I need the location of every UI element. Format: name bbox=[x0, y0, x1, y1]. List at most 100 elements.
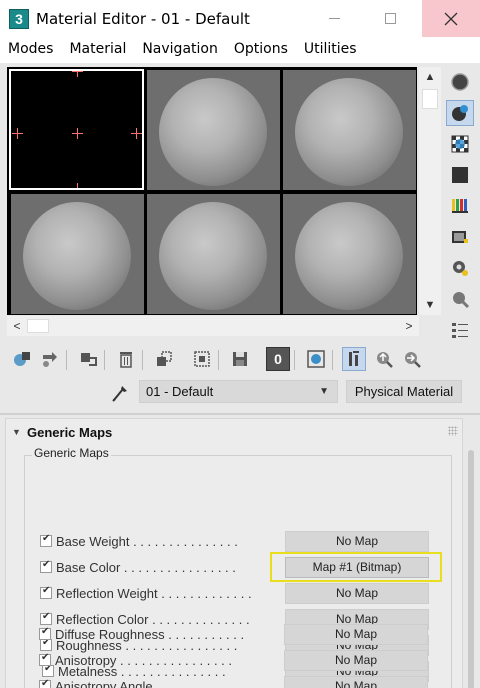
toolbar-separator bbox=[332, 350, 333, 370]
sample-slot[interactable] bbox=[283, 70, 416, 190]
reflection-weight-checkbox[interactable] bbox=[40, 585, 52, 599]
anisotropy-checkbox[interactable] bbox=[39, 652, 51, 666]
sample-slot[interactable] bbox=[11, 194, 144, 314]
go-to-parent-icon bbox=[377, 352, 393, 368]
slots-horizontal-scrollbar[interactable]: < > bbox=[7, 316, 419, 336]
backlight-icon bbox=[452, 105, 468, 121]
rollout-scroll-thumb[interactable] bbox=[468, 450, 474, 688]
background-button[interactable] bbox=[446, 131, 474, 157]
diffuse-roughness-map-button[interactable]: No Map bbox=[284, 624, 428, 645]
base-color-map-button[interactable]: Map #1 (Bitmap) bbox=[285, 557, 429, 578]
sample-sphere bbox=[295, 202, 403, 310]
show-end-result-button[interactable] bbox=[342, 347, 366, 371]
menu-material[interactable]: Material bbox=[61, 37, 134, 63]
anisotropy-angle-label: Anisotropy Angle . . . . . . . . . . . .… bbox=[55, 679, 247, 688]
main-panel: ▲ ▼ < > 0 01 - Default ▼ Physical Materi… bbox=[0, 63, 480, 688]
toolbar-separator bbox=[294, 350, 295, 370]
assign-to-selection-button[interactable] bbox=[76, 347, 100, 371]
diffuse-roughness-checkbox[interactable] bbox=[39, 626, 51, 640]
sample-slot-active[interactable] bbox=[9, 69, 144, 190]
reflection-weight-label: Reflection Weight . . . . . . . . . . . … bbox=[56, 586, 252, 601]
show-shaded-material-button[interactable] bbox=[304, 347, 328, 371]
go-forward-to-sibling-button[interactable] bbox=[400, 347, 424, 371]
menu-modes[interactable]: Modes bbox=[0, 37, 61, 63]
scroll-right-icon[interactable]: > bbox=[399, 316, 419, 336]
make-copy-button[interactable] bbox=[152, 347, 176, 371]
material-name-dropdown[interactable]: 01 - Default ▼ bbox=[139, 380, 338, 403]
backlight-button[interactable] bbox=[446, 100, 474, 126]
material-name-row: 01 - Default ▼ Physical Material bbox=[0, 379, 480, 405]
window-title: Material Editor - 01 - Default bbox=[36, 10, 250, 28]
map-row-base-color: Base Color . . . . . . . . . . . . . . .… bbox=[6, 555, 464, 581]
rollout-drag-handle-icon[interactable] bbox=[448, 426, 458, 436]
menu-navigation[interactable]: Navigation bbox=[134, 37, 226, 63]
anisotropy-map-button[interactable]: No Map bbox=[284, 650, 428, 671]
video-color-check-button[interactable] bbox=[446, 193, 474, 219]
rollout-scrollbar[interactable] bbox=[466, 360, 476, 688]
put-to-library-button[interactable] bbox=[228, 347, 252, 371]
maximize-button[interactable] bbox=[362, 0, 418, 37]
anisotropy-angle-checkbox[interactable] bbox=[39, 678, 51, 688]
sample-sphere bbox=[159, 202, 267, 310]
reflection-weight-map-button[interactable]: No Map bbox=[285, 583, 429, 604]
select-by-material-button[interactable] bbox=[446, 286, 474, 312]
maximize-icon bbox=[384, 13, 396, 24]
scroll-left-icon[interactable]: < bbox=[7, 316, 27, 336]
reset-button[interactable] bbox=[114, 347, 138, 371]
anisotropy-label: Anisotropy . . . . . . . . . . . . . . .… bbox=[55, 653, 232, 668]
base-weight-checkbox[interactable] bbox=[40, 533, 52, 547]
make-preview-icon bbox=[452, 231, 468, 243]
map-row-anisotropy: Anisotropy . . . . . . . . . . . . . . .… bbox=[5, 648, 463, 674]
base-color-checkbox[interactable] bbox=[40, 559, 52, 573]
scroll-up-icon[interactable]: ▲ bbox=[419, 67, 441, 87]
scroll-thumb[interactable] bbox=[27, 319, 49, 333]
pick-material-from-object-button[interactable] bbox=[110, 381, 130, 403]
rollout-title: Generic Maps bbox=[27, 425, 113, 440]
sample-slot[interactable] bbox=[283, 194, 416, 314]
eyedropper-icon bbox=[112, 386, 127, 402]
collapse-triangle-icon[interactable]: ▼ bbox=[12, 427, 21, 437]
material-id-channel-button[interactable]: 0 bbox=[266, 347, 290, 371]
scroll-thumb[interactable] bbox=[422, 89, 438, 109]
sample-slots bbox=[7, 67, 417, 315]
material-map-navigator-button[interactable] bbox=[446, 317, 474, 343]
get-material-button[interactable] bbox=[10, 347, 34, 371]
make-unique-icon bbox=[194, 351, 210, 367]
sample-uv-tiling-icon bbox=[452, 167, 468, 183]
side-toolbar bbox=[444, 67, 476, 338]
material-name: 01 - Default bbox=[146, 384, 214, 399]
sample-uv-tiling-button[interactable] bbox=[446, 162, 474, 188]
put-to-scene-button[interactable] bbox=[38, 347, 62, 371]
make-preview-button[interactable] bbox=[446, 224, 474, 250]
menu-options[interactable]: Options bbox=[226, 37, 296, 63]
show-end-result-icon bbox=[349, 351, 359, 366]
go-to-parent-button[interactable] bbox=[372, 347, 396, 371]
close-button[interactable] bbox=[422, 0, 480, 37]
sample-type-sphere-icon bbox=[451, 73, 469, 91]
sample-type-button[interactable] bbox=[446, 69, 474, 95]
anisotropy-angle-map-button[interactable]: No Map bbox=[284, 676, 428, 688]
make-copy-icon bbox=[157, 351, 172, 366]
options-button[interactable] bbox=[446, 255, 474, 281]
rollout-header[interactable]: ▼ Generic Maps bbox=[6, 419, 464, 445]
material-type-button[interactable]: Physical Material bbox=[346, 380, 462, 403]
video-color-check-icon bbox=[452, 199, 468, 213]
corner-marker bbox=[131, 128, 142, 139]
sample-slot[interactable] bbox=[147, 194, 280, 314]
panel-divider bbox=[0, 413, 480, 415]
make-unique-button[interactable] bbox=[190, 347, 214, 371]
menu-utilities[interactable]: Utilities bbox=[296, 37, 365, 63]
base-weight-map-button[interactable]: No Map bbox=[285, 531, 429, 552]
select-by-material-icon bbox=[453, 292, 470, 309]
scroll-down-icon[interactable]: ▼ bbox=[419, 295, 441, 315]
toolbar-separator bbox=[142, 350, 143, 370]
minimize-button[interactable] bbox=[306, 0, 362, 37]
put-to-scene-icon bbox=[43, 352, 57, 367]
corner-marker bbox=[12, 128, 23, 139]
slots-vertical-scrollbar[interactable]: ▲ ▼ bbox=[419, 67, 441, 315]
close-icon bbox=[444, 12, 458, 25]
title-bar: 3 Material Editor - 01 - Default bbox=[0, 0, 480, 37]
map-row-diffuse-roughness-visible: Diffuse Roughness . . . . . . . . . . . … bbox=[5, 622, 463, 648]
sample-slot[interactable] bbox=[147, 70, 280, 190]
material-map-navigator-icon bbox=[452, 323, 468, 338]
